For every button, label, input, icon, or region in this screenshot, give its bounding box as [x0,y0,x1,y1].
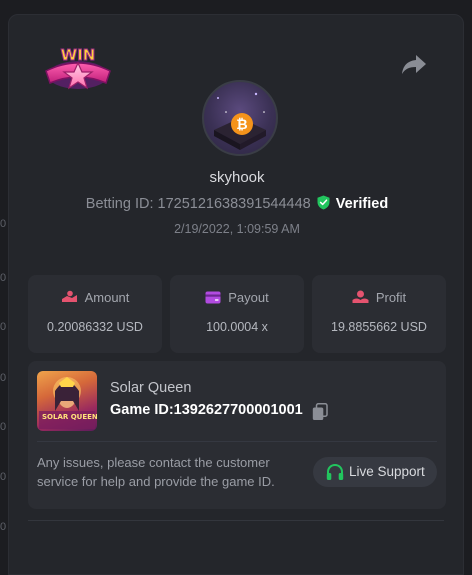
game-info-card: SOLAR QUEEN Solar Queen Game ID:13926277… [28,361,446,509]
win-logo-text: WIN [61,46,96,64]
bet-timestamp: 2/19/2022, 1:09:59 AM [174,222,300,236]
stat-header-profit: Profit [312,290,446,305]
backdrop-axis-ticks: 0 0 0 0 0 0 0 [0,218,7,533]
share-icon[interactable] [401,53,427,75]
stat-label-profit: Profit [375,290,407,305]
stat-value-profit: 19.8855662 USD [331,320,427,334]
game-name: Solar Queen [110,380,192,396]
betting-id-row: Betting ID: 1725121638391544448 Verified [9,195,465,212]
stat-value-payout: 100.0004 x [206,320,268,334]
game-card-divider [37,441,437,442]
svg-text:₿: ₿ [236,117,247,133]
headset-icon [326,464,344,480]
solar-queen-thumbnail-icon: SOLAR QUEEN [39,377,97,429]
profit-icon [352,290,369,303]
thumbnail-title: SOLAR QUEEN [42,413,97,421]
live-support-button[interactable]: Live Support [313,457,437,487]
live-support-label: Live Support [349,464,425,479]
win-logo-icon: WIN [45,46,111,90]
stat-card-payout: Payout 100.0004 x [170,275,304,353]
bet-details-modal: WIN ₿ skyhook Betting ID: 17251216383915… [8,14,464,575]
game-id-value: 1392627700001001 [173,402,303,418]
verified-badge: Verified [335,196,389,212]
stat-header-amount: Amount [28,290,162,305]
stat-value-amount: 0.20086332 USD [47,320,143,334]
stat-label-payout: Payout [228,290,269,305]
betting-id-label: Betting ID: [85,196,154,212]
stat-card-profit: Profit 19.8855662 USD [312,275,446,353]
copy-icon[interactable] [312,403,328,421]
stat-card-amount: Amount 0.20086332 USD [28,275,162,353]
payout-card-icon [205,291,221,304]
game-thumbnail[interactable]: SOLAR QUEEN [37,371,97,431]
bottom-divider [28,520,444,521]
amount-icon [61,290,77,302]
bitcoin-avatar-icon: ₿ [214,92,266,150]
stat-header-payout: Payout [170,290,304,305]
stat-label-amount: Amount [84,290,130,305]
username: skyhook [209,169,265,186]
betting-id-value: 1725121638391544448 [157,196,311,212]
game-id-label: Game ID: [110,402,174,418]
avatar: ₿ [202,80,278,156]
game-id: Game ID:1392627700001001 [110,402,303,418]
help-text: Any issues, please contact the customer … [37,455,275,489]
verified-shield-icon [317,195,330,210]
